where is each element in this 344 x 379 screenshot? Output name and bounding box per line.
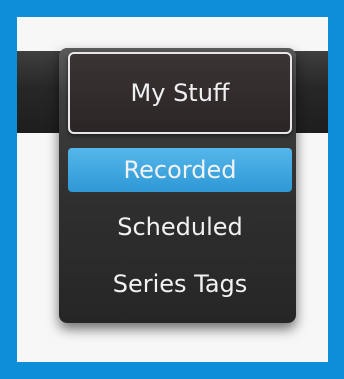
menu-item-series-tags[interactable]: Series Tags — [68, 262, 292, 306]
menu-item-label: Recorded — [123, 156, 237, 184]
my-stuff-label: My Stuff — [130, 79, 230, 107]
menu-item-recorded[interactable]: Recorded — [68, 148, 292, 192]
menu-item-label: Series Tags — [112, 270, 248, 298]
my-stuff-button[interactable]: My Stuff — [68, 52, 292, 134]
menu-item-scheduled[interactable]: Scheduled — [68, 205, 292, 249]
menu-item-label: Scheduled — [117, 213, 243, 241]
